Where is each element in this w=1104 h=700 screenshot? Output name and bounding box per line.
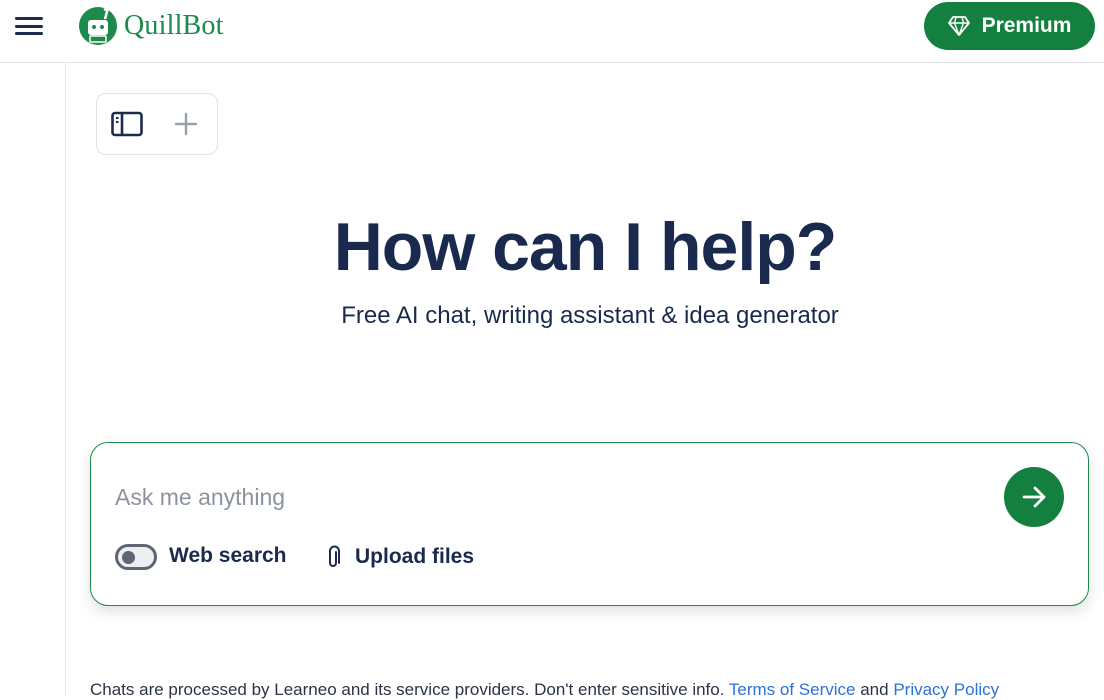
brand-name: QuillBot <box>124 10 224 41</box>
web-search-toggle[interactable] <box>115 544 157 570</box>
sidebar-panel-icon[interactable] <box>111 110 143 138</box>
page-title: How can I help? <box>333 209 838 285</box>
upload-files-label: Upload files <box>355 545 475 568</box>
plus-icon[interactable] <box>173 111 199 137</box>
quillbot-logo[interactable]: QuillBot <box>78 6 224 46</box>
arrow-right-icon <box>1022 486 1046 508</box>
web-search-label[interactable]: Web search <box>169 544 287 568</box>
disclaimer-text: Chats are processed by Learneo and its s… <box>90 680 725 699</box>
footer-disclaimer: Chats are processed by Learneo and its s… <box>90 680 1104 700</box>
chat-input[interactable] <box>115 479 975 515</box>
privacy-policy-link[interactable]: Privacy Policy <box>893 680 999 699</box>
paperclip-icon <box>329 545 340 567</box>
sidebar-divider <box>65 63 66 697</box>
premium-button[interactable]: Premium <box>924 2 1095 50</box>
send-button[interactable] <box>1004 467 1064 527</box>
diamond-icon <box>947 16 970 36</box>
and-text: and <box>860 680 889 699</box>
page-subtitle: Free AI chat, writing assistant & idea g… <box>341 302 839 329</box>
top-bar: QuillBot Premium <box>0 0 1104 63</box>
upload-files-button[interactable]: Upload files <box>327 542 474 572</box>
chat-toolbar <box>96 93 218 155</box>
chat-composer: Web search Upload files <box>90 442 1089 606</box>
quillbot-robot-icon <box>79 6 117 45</box>
terms-of-service-link[interactable]: Terms of Service <box>729 680 856 699</box>
toggle-knob <box>122 551 135 564</box>
premium-label: Premium <box>981 14 1072 37</box>
hamburger-menu-icon[interactable] <box>14 14 44 38</box>
